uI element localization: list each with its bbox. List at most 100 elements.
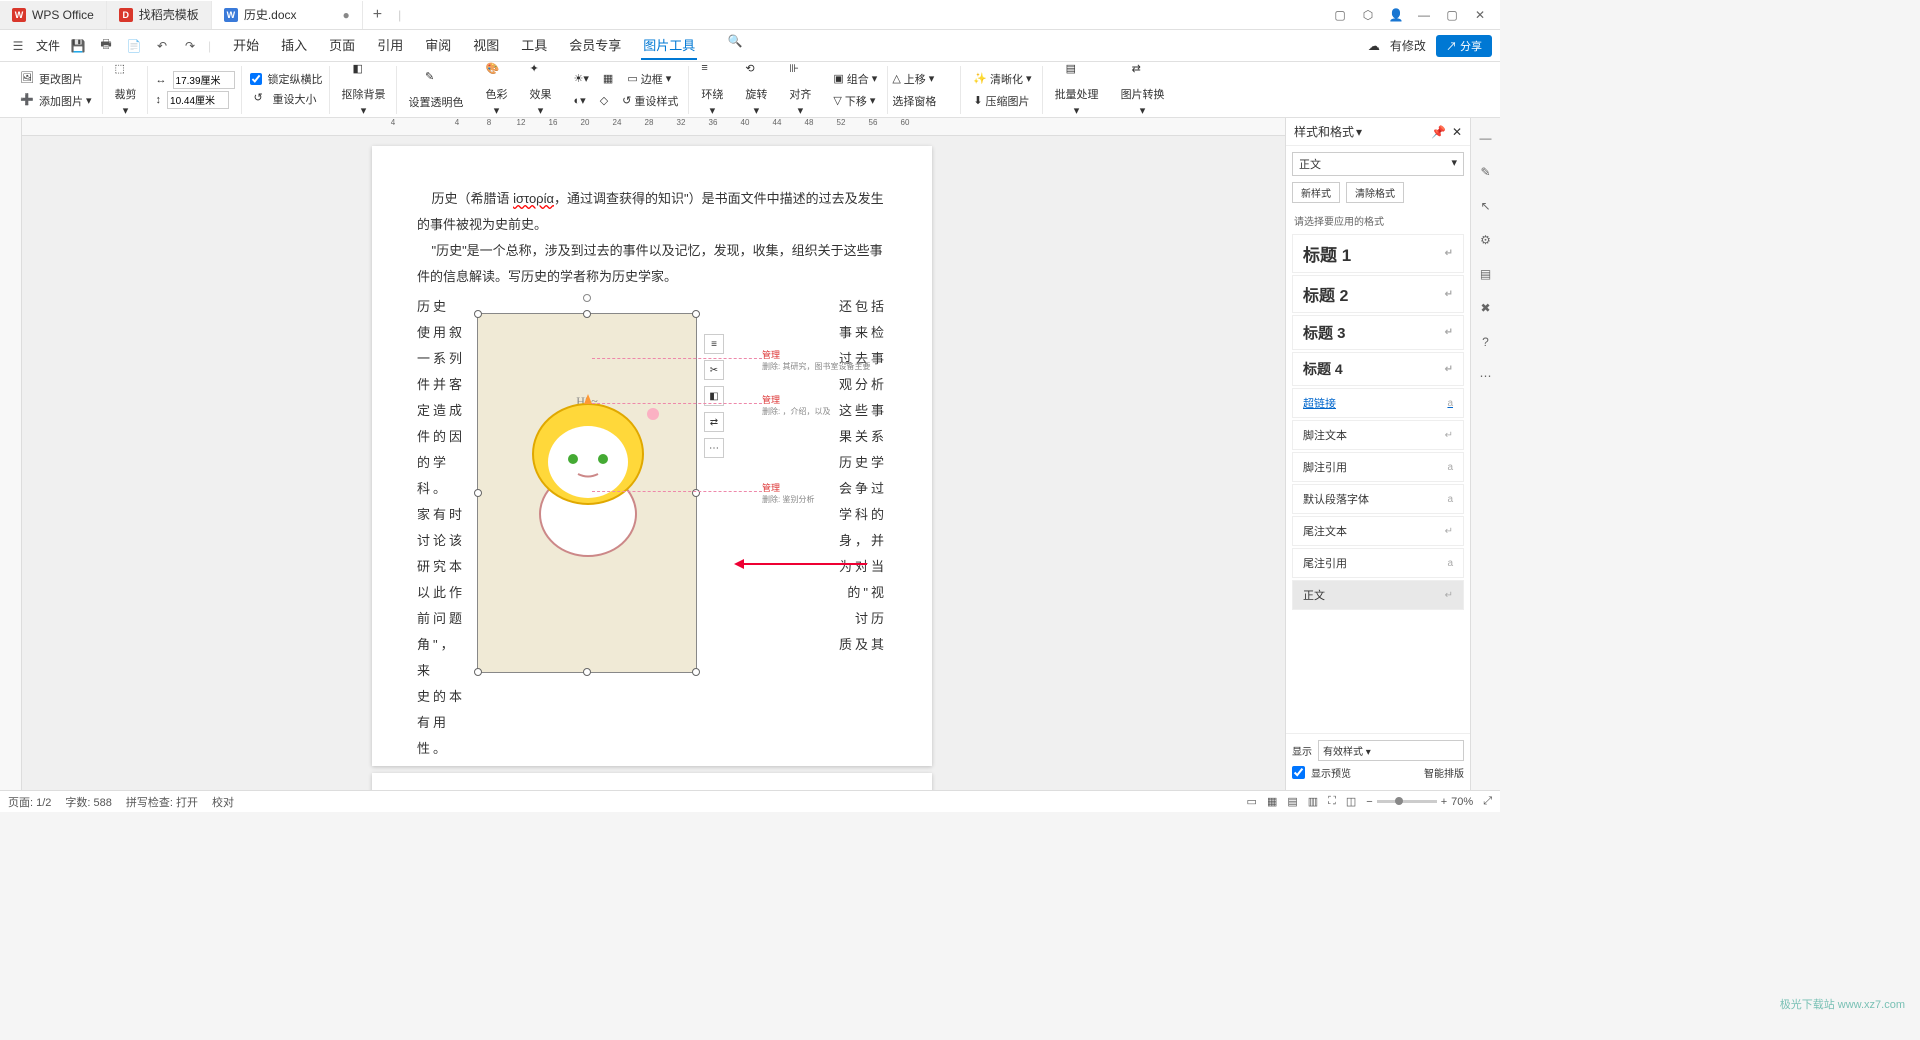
- rotate-handle[interactable]: [583, 294, 591, 302]
- color-button[interactable]: 🎨色彩▾: [482, 60, 512, 119]
- remove-bg-button[interactable]: ◧抠除背景▾: [338, 60, 390, 119]
- menu-start[interactable]: 开始: [231, 31, 261, 60]
- review-comment[interactable]: 管理删除: 其研究，图书室设备主要: [762, 348, 870, 372]
- resize-handle-tm[interactable]: [583, 310, 591, 318]
- tools-rail-icon[interactable]: ✖: [1476, 298, 1496, 318]
- show-styles-select[interactable]: 有效样式 ▾: [1318, 740, 1464, 761]
- layers-rail-icon[interactable]: ▤: [1476, 264, 1496, 284]
- settings-rail-icon[interactable]: ⚙: [1476, 230, 1496, 250]
- menu-reference[interactable]: 引用: [375, 31, 405, 60]
- review-comment[interactable]: 管理删除: 鉴别分析: [762, 481, 814, 505]
- zoom-out-button[interactable]: −: [1366, 796, 1372, 808]
- effect-button[interactable]: ✦效果▾: [526, 60, 556, 119]
- pin-icon[interactable]: 📌: [1431, 125, 1446, 139]
- new-style-button[interactable]: 新样式: [1292, 182, 1340, 203]
- resize-handle-tr[interactable]: [692, 310, 700, 318]
- menu-review[interactable]: 审阅: [423, 31, 453, 60]
- resize-handle-bl[interactable]: [474, 668, 482, 676]
- minimize-button[interactable]: —: [1412, 3, 1436, 27]
- clarify-button[interactable]: ✨ 清晰化▾: [969, 69, 1035, 89]
- lock-ratio-checkbox[interactable]: [250, 73, 262, 85]
- compress-button[interactable]: ⬇ 压缩图片: [969, 91, 1035, 111]
- view-mode-1-icon[interactable]: ▦: [1267, 795, 1277, 808]
- help-rail-icon[interactable]: ?: [1476, 332, 1496, 352]
- cloud-sync-icon[interactable]: ☁: [1368, 39, 1380, 53]
- crop-tool-icon[interactable]: ✂: [704, 360, 724, 380]
- layout-options-icon[interactable]: ≡: [704, 334, 724, 354]
- save-icon[interactable]: 💾: [68, 36, 88, 56]
- resize-handle-tl[interactable]: [474, 310, 482, 318]
- expand-icon[interactable]: ⤢: [1483, 795, 1492, 808]
- status-page[interactable]: 页面: 1/2: [8, 794, 51, 810]
- replace-tool-icon[interactable]: ⇄: [704, 412, 724, 432]
- print-preview-icon[interactable]: 📄: [124, 36, 144, 56]
- border-button[interactable]: ▭ 边框▾: [623, 69, 675, 89]
- style-item[interactable]: 脚注文本↵: [1292, 420, 1464, 450]
- style-item[interactable]: 标题 1↵: [1292, 234, 1464, 273]
- menu-picture-tools[interactable]: 图片工具: [641, 31, 697, 60]
- pending-changes[interactable]: 有修改: [1390, 37, 1426, 54]
- file-menu[interactable]: 文件: [36, 37, 60, 54]
- menu-page[interactable]: 页面: [327, 31, 357, 60]
- resize-handle-br[interactable]: [692, 668, 700, 676]
- resize-handle-bm[interactable]: [583, 668, 591, 676]
- shadow-button[interactable]: ▦: [599, 70, 617, 87]
- add-picture-button[interactable]: ➕添加图片 ▾: [16, 91, 96, 111]
- reset-style-button[interactable]: ↺ 重设样式: [618, 91, 682, 111]
- more-rail-icon[interactable]: ⋯: [1476, 366, 1496, 386]
- wrap-button[interactable]: ≡环绕▾: [697, 60, 727, 119]
- style-item[interactable]: 默认段落字体a: [1292, 484, 1464, 514]
- style-item[interactable]: 标题 2↵: [1292, 275, 1464, 313]
- tab-document[interactable]: W 历史.docx ●: [212, 1, 363, 29]
- edit-rail-icon[interactable]: ✎: [1476, 162, 1496, 182]
- maximize-button[interactable]: ▢: [1440, 3, 1464, 27]
- tab-wps[interactable]: W WPS Office: [0, 1, 107, 29]
- status-proof[interactable]: 校对: [212, 794, 234, 810]
- resize-handle-ml[interactable]: [474, 489, 482, 497]
- style-item[interactable]: 标题 4↵: [1292, 352, 1464, 386]
- zoom-in-button[interactable]: +: [1441, 796, 1447, 808]
- rotate-button[interactable]: ⟲旋转▾: [741, 60, 771, 119]
- shape-button[interactable]: ◇: [596, 92, 612, 109]
- zoom-slider[interactable]: [1395, 797, 1403, 805]
- convert-button[interactable]: ⇄图片转换▾: [1117, 60, 1169, 119]
- preview-checkbox[interactable]: [1292, 766, 1305, 779]
- more-tool-icon[interactable]: ⋯: [704, 438, 724, 458]
- crop-button[interactable]: ⬚裁剪▾: [111, 60, 141, 119]
- window-cube-icon[interactable]: ⬡: [1356, 3, 1380, 27]
- brightness-button[interactable]: ☀▾: [570, 70, 593, 87]
- style-item[interactable]: 正文↵: [1292, 580, 1464, 610]
- view-mode-2-icon[interactable]: ▤: [1287, 795, 1297, 808]
- fit-icon[interactable]: ◫: [1346, 795, 1356, 808]
- reading-mode-icon[interactable]: ▭: [1247, 795, 1257, 808]
- transparent-color-button[interactable]: ✎设置透明色: [405, 68, 468, 112]
- style-item[interactable]: 脚注引用a: [1292, 452, 1464, 482]
- status-spell[interactable]: 拼写检查: 打开: [126, 794, 198, 810]
- current-style-select[interactable]: 正文▾: [1292, 152, 1464, 176]
- view-mode-3-icon[interactable]: ▥: [1308, 795, 1318, 808]
- tab-templates[interactable]: D 找稻壳模板: [107, 1, 212, 29]
- redo-icon[interactable]: ↷: [180, 36, 200, 56]
- reset-size-button[interactable]: ↺重设大小: [250, 89, 323, 109]
- close-window-button[interactable]: ✕: [1468, 3, 1492, 27]
- clear-format-button[interactable]: 清除格式: [1346, 182, 1404, 203]
- height-input[interactable]: [167, 91, 229, 109]
- collapse-rail-icon[interactable]: —: [1476, 128, 1496, 148]
- width-input[interactable]: [173, 71, 235, 89]
- style-item[interactable]: 超链接a: [1292, 388, 1464, 418]
- smart-layout-link[interactable]: 智能排版: [1424, 765, 1464, 780]
- selected-image[interactable]: Hi ~ ≡ ✂ ◧ ⇄ ⋯: [477, 313, 697, 673]
- user-avatar[interactable]: 👤: [1384, 3, 1408, 27]
- batch-button[interactable]: ▤批量处理▾: [1051, 60, 1103, 119]
- fullscreen-icon[interactable]: ⛶: [1328, 795, 1336, 808]
- menu-tools[interactable]: 工具: [519, 31, 549, 60]
- print-icon[interactable]: 🖶: [96, 36, 116, 56]
- style-item[interactable]: 尾注引用a: [1292, 548, 1464, 578]
- document-canvas[interactable]: 44812162024283236404448525660 历史（希腊语 ἱστ…: [22, 118, 1285, 790]
- window-grid-icon[interactable]: ▢: [1328, 3, 1352, 27]
- group-button[interactable]: ▣ 组合▾: [829, 69, 881, 89]
- close-panel-icon[interactable]: ✕: [1452, 125, 1462, 139]
- menu-view[interactable]: 视图: [471, 31, 501, 60]
- search-icon[interactable]: 🔍: [725, 31, 745, 51]
- change-picture-button[interactable]: 🖼更改图片: [16, 69, 96, 89]
